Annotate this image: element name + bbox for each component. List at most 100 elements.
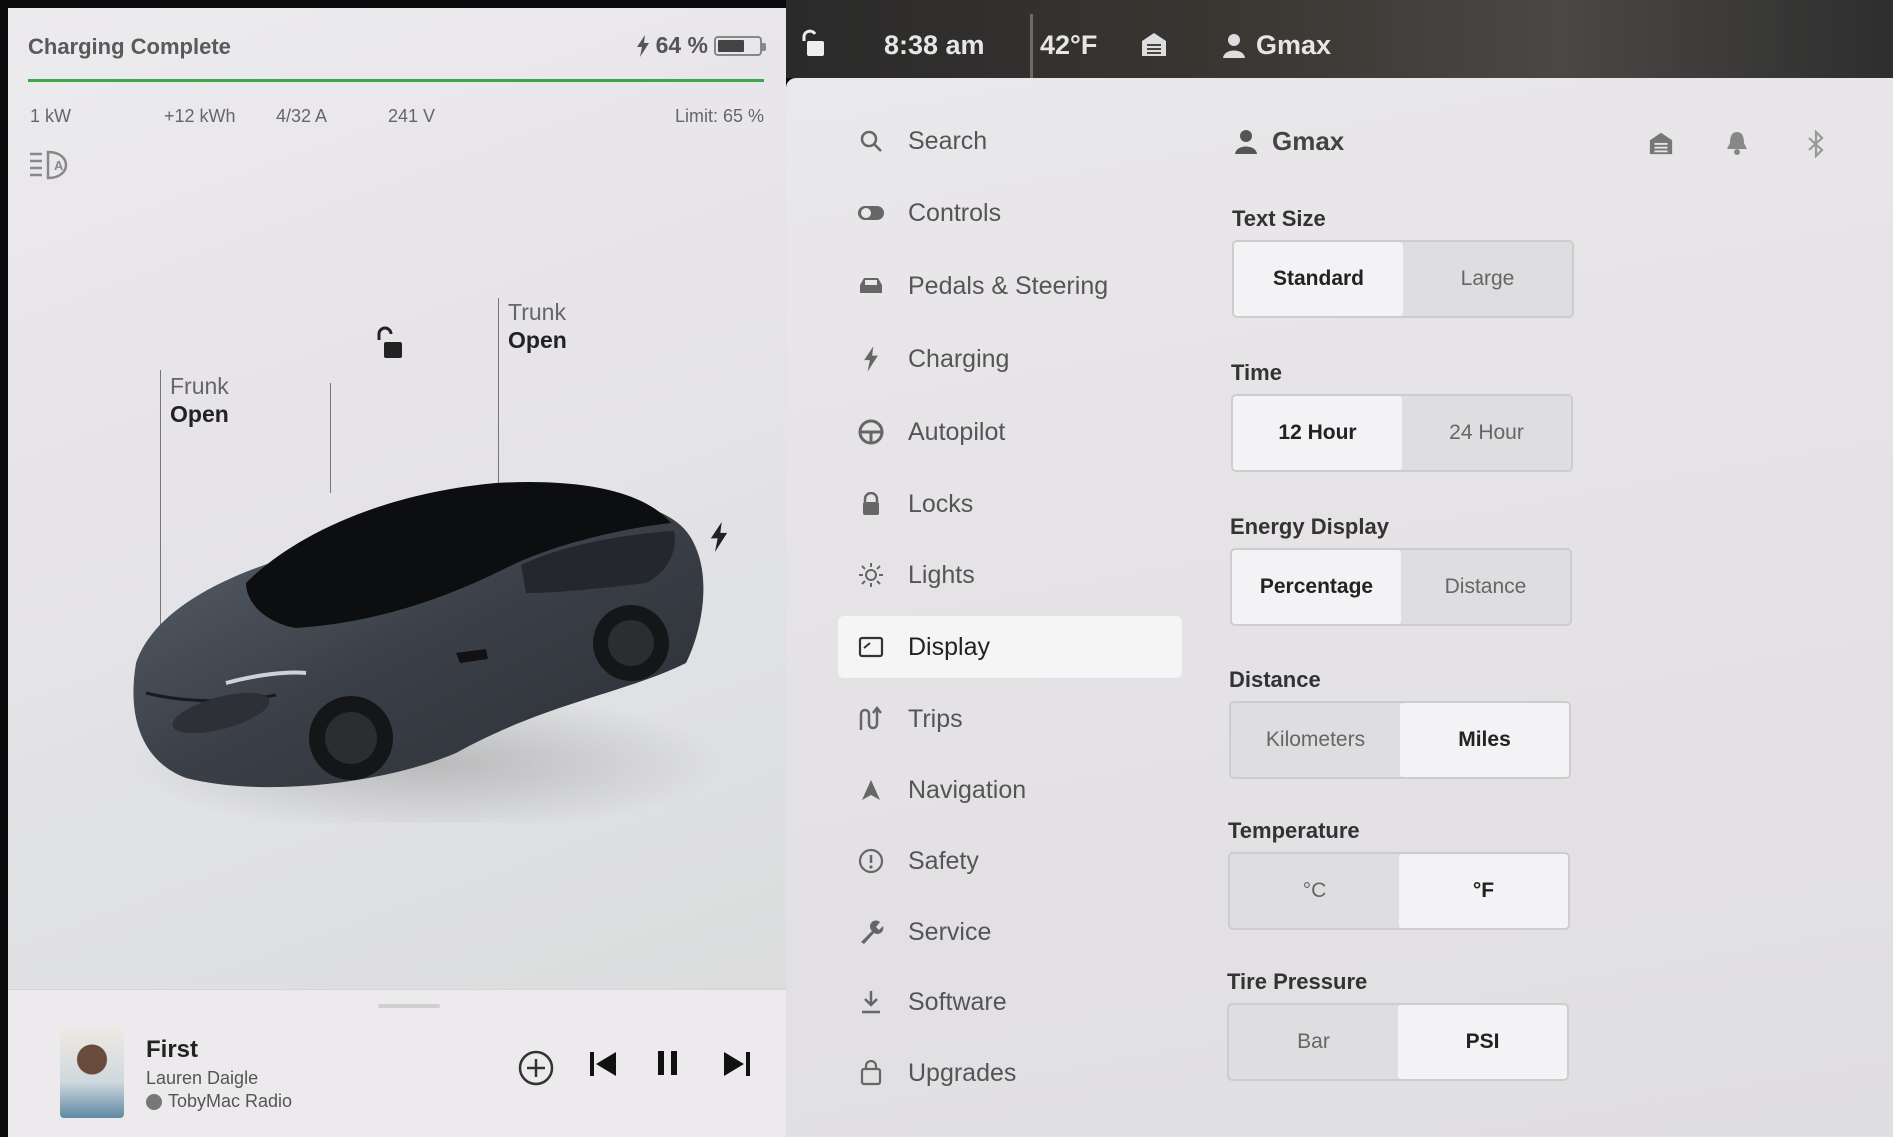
tire-pressure-option-psi[interactable]: PSI <box>1398 1005 1567 1079</box>
menu-item-lights[interactable]: Lights <box>838 544 1182 606</box>
menu-item-label: Upgrades <box>908 1058 1017 1087</box>
driver-profile-button[interactable]: Gmax <box>1222 30 1331 61</box>
energy-display-option-distance[interactable]: Distance <box>1401 550 1570 624</box>
steering-wheel-icon <box>856 419 886 445</box>
charge-power: 1 kW <box>30 106 72 126</box>
trips-icon <box>856 706 886 732</box>
skip-back-icon <box>590 1052 616 1076</box>
search-icon <box>856 129 886 153</box>
bolt-icon <box>856 346 886 372</box>
energy-added: +12 kWh <box>164 106 236 126</box>
menu-item-autopilot[interactable]: Autopilot <box>838 401 1182 463</box>
menu-item-pedals-steering[interactable]: Pedals & Steering <box>838 255 1182 317</box>
time-label: Time <box>1231 360 1282 385</box>
driver-name: Gmax <box>1256 30 1332 60</box>
wrench-icon <box>856 919 886 945</box>
distance-option-kilometers[interactable]: Kilometers <box>1231 703 1400 777</box>
trunk-label: Trunk <box>508 299 566 325</box>
menu-item-label: Search <box>908 126 988 155</box>
tire-pressure-option-bar[interactable]: Bar <box>1229 1005 1398 1079</box>
unlock-icon[interactable] <box>374 326 404 360</box>
bell-icon[interactable] <box>1726 130 1748 156</box>
menu-item-navigation[interactable]: Navigation <box>838 759 1182 821</box>
bluetooth-icon[interactable] <box>1806 130 1826 158</box>
station-label: TobyMac Radio <box>168 1091 293 1111</box>
battery-icon <box>714 35 766 56</box>
menu-item-locks[interactable]: Locks <box>838 473 1182 535</box>
menu-item-label: Controls <box>908 198 1002 227</box>
menu-item-label: Lights <box>908 560 975 589</box>
charge-limit[interactable]: Limit: 65 % <box>675 106 764 127</box>
charge-progress-bar <box>28 79 764 82</box>
menu-item-software[interactable]: Software <box>838 971 1182 1033</box>
energy-display-option-percentage[interactable]: Percentage <box>1232 550 1401 624</box>
text-size-option-standard[interactable]: Standard <box>1234 242 1403 316</box>
temperature-option-f[interactable]: °F <box>1399 854 1568 928</box>
add-favorite-button[interactable] <box>518 1050 554 1086</box>
menu-item-upgrades[interactable]: Upgrades <box>838 1042 1182 1104</box>
display-icon <box>856 636 886 658</box>
person-icon <box>1223 33 1245 58</box>
time-option-12-hour[interactable]: 12 Hour <box>1233 396 1402 470</box>
vehicle-image <box>126 482 726 823</box>
temperature-label: Temperature <box>1228 818 1360 843</box>
frunk-callout[interactable]: Frunk Open <box>170 372 229 428</box>
energy-display-label: Energy Display <box>1230 514 1389 539</box>
status-bar: 8:38 am 42°F Gmax <box>786 0 1893 78</box>
next-track-button[interactable] <box>722 1050 752 1078</box>
lock-icon <box>856 492 886 516</box>
battery-indicator: 64 % <box>636 32 766 59</box>
menu-item-safety[interactable]: Safety <box>838 830 1182 892</box>
artist-name: Lauren Daigle <box>146 1068 259 1088</box>
plus-circle-icon <box>518 1050 554 1086</box>
menu-item-trips[interactable]: Trips <box>838 688 1182 750</box>
navigation-icon <box>856 778 886 802</box>
profile-name: Gmax <box>1272 126 1345 156</box>
garage-icon[interactable] <box>1648 130 1674 156</box>
album-art[interactable] <box>60 1028 124 1118</box>
bag-icon <box>856 1060 886 1086</box>
profile-header[interactable]: Gmax <box>1234 126 1344 157</box>
trunk-callout[interactable]: Trunk Open <box>508 298 567 354</box>
media-drawer-handle[interactable] <box>378 1004 440 1008</box>
menu-item-controls[interactable]: Controls <box>838 182 1182 244</box>
menu-item-label: Safety <box>908 846 979 875</box>
text-size-label: Text Size <box>1232 206 1326 231</box>
divider <box>1030 14 1033 78</box>
distance-option-miles[interactable]: Miles <box>1400 703 1569 777</box>
auto-headlight-icon[interactable]: A <box>28 148 76 182</box>
unlocked-status-icon[interactable] <box>800 28 826 58</box>
person-icon <box>1235 129 1257 154</box>
text-size-option-large[interactable]: Large <box>1403 242 1572 316</box>
temperature-selector: °C °F <box>1228 852 1570 930</box>
svg-text:A: A <box>54 158 64 173</box>
garage-icon[interactable] <box>1140 30 1168 58</box>
time-selector: 12 Hour 24 Hour <box>1231 394 1573 472</box>
outside-temperature: 42°F <box>1040 30 1098 60</box>
time-option-24-hour[interactable]: 24 Hour <box>1402 396 1571 470</box>
charge-voltage: 241 V <box>388 106 436 126</box>
menu-item-search[interactable]: Search <box>838 110 1182 172</box>
tire-pressure-label: Tire Pressure <box>1227 969 1368 994</box>
previous-track-button[interactable] <box>588 1050 618 1078</box>
menu-item-label: Pedals & Steering <box>908 271 1109 300</box>
alert-icon <box>856 848 886 874</box>
menu-item-display[interactable]: Display <box>838 616 1182 678</box>
menu-item-label: Service <box>908 917 992 946</box>
menu-item-label: Autopilot <box>908 417 1006 446</box>
menu-item-label: Navigation <box>908 775 1027 804</box>
menu-item-label: Software <box>908 987 1007 1016</box>
distance-label: Distance <box>1229 667 1321 692</box>
car-icon <box>856 275 886 297</box>
radio-icon <box>146 1093 162 1110</box>
pause-button[interactable] <box>656 1050 680 1076</box>
menu-item-charging[interactable]: Charging <box>838 328 1182 390</box>
bolt-icon <box>636 34 649 57</box>
screen: Charging Complete 64 % 1 kW +12 kWh 4/32… <box>0 0 1893 1137</box>
battery-percent: 64 % <box>655 32 708 58</box>
charging-status: Charging Complete <box>28 34 231 59</box>
media-player: First Lauren Daigle TobyMac Radio <box>8 989 786 1137</box>
sun-icon <box>856 562 886 588</box>
temperature-option-c[interactable]: °C <box>1230 854 1399 928</box>
menu-item-service[interactable]: Service <box>838 901 1182 963</box>
